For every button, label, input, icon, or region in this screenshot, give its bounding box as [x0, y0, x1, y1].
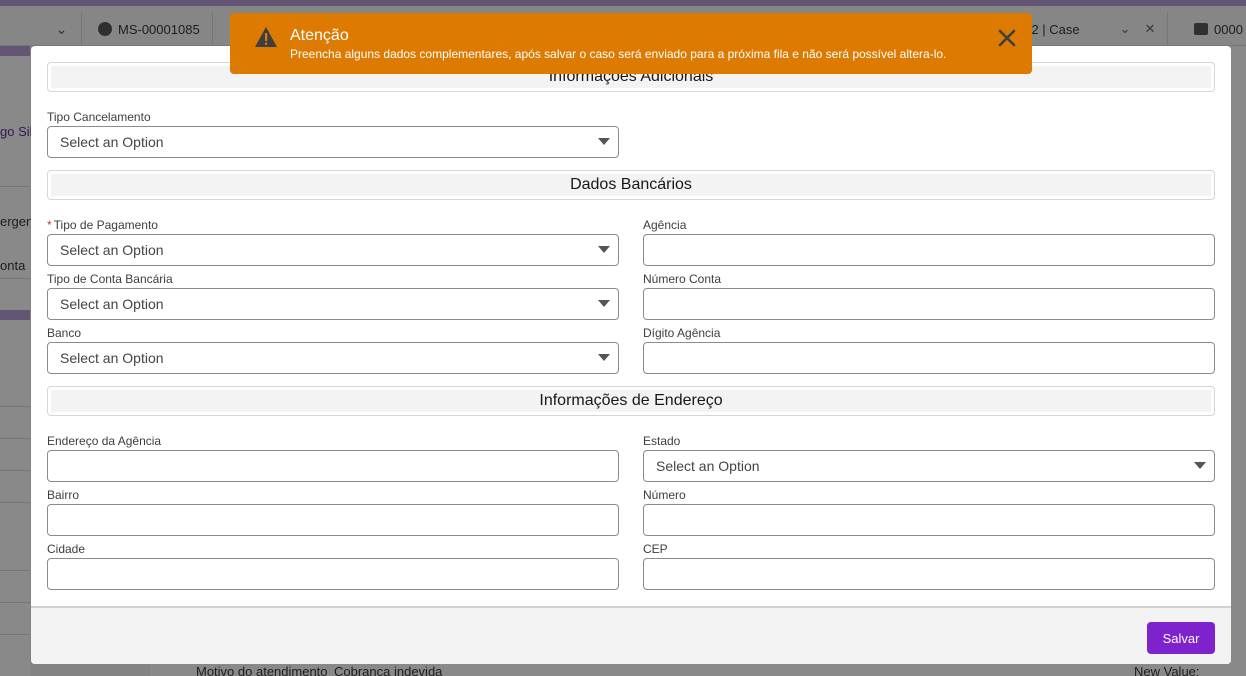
tipo-cancelamento-label: Tipo Cancelamento	[47, 110, 151, 124]
modal-footer: Salvar	[31, 606, 1231, 664]
section-title: Dados Bancários	[51, 174, 1211, 196]
tipo-pagamento-label: * Tipo de Pagamento	[47, 218, 158, 232]
section-header-bank-data: Dados Bancários	[47, 170, 1215, 200]
save-button[interactable]: Salvar	[1147, 622, 1215, 654]
caret-down-icon	[598, 354, 610, 361]
numero-conta-input[interactable]	[643, 288, 1215, 320]
toast-message: Preencha alguns dados complementares, ap…	[290, 47, 947, 61]
warning-icon	[255, 27, 277, 47]
tipo-conta-label: Tipo de Conta Bancária	[47, 272, 173, 286]
required-asterisk: *	[47, 218, 52, 232]
warning-toast: Atenção Preencha alguns dados complement…	[230, 13, 1032, 74]
caret-down-icon	[598, 246, 610, 253]
section-header-address-info: Informações de Endereço	[47, 386, 1215, 416]
estado-label: Estado	[643, 434, 681, 448]
numero-label: Número	[643, 488, 686, 502]
cidade-input[interactable]	[47, 558, 619, 590]
caret-down-icon	[598, 300, 610, 307]
label-text: Tipo de Pagamento	[53, 218, 158, 232]
modal-body: Informações Adicionais Tipo Cancelamento…	[31, 46, 1231, 606]
agencia-label: Agência	[643, 218, 687, 232]
tipo-conta-select[interactable]: Select an Option	[47, 288, 619, 320]
banco-select[interactable]: Select an Option	[47, 342, 619, 374]
select-placeholder: Select an Option	[60, 242, 164, 258]
digito-agencia-label: Dígito Agência	[643, 326, 721, 340]
cep-input[interactable]	[643, 558, 1215, 590]
banco-label: Banco	[47, 326, 82, 340]
tipo-cancelamento-select[interactable]: Select an Option	[47, 126, 619, 158]
select-placeholder: Select an Option	[656, 458, 760, 474]
close-x-glyph	[998, 29, 1016, 47]
bairro-label: Bairro	[47, 488, 80, 502]
bairro-input[interactable]	[47, 504, 619, 536]
agencia-input[interactable]	[643, 234, 1215, 266]
digito-agencia-input[interactable]	[643, 342, 1215, 374]
cidade-label: Cidade	[47, 542, 86, 556]
endereco-agencia-input[interactable]	[47, 450, 619, 482]
select-placeholder: Select an Option	[60, 296, 164, 312]
caret-down-icon	[598, 138, 610, 145]
complementary-data-modal: Informações Adicionais Tipo Cancelamento…	[31, 46, 1231, 664]
cep-label: CEP	[643, 542, 668, 556]
toast-title: Atenção	[290, 27, 349, 44]
close-icon[interactable]	[996, 27, 1018, 49]
endereco-agencia-label: Endereço da Agência	[47, 434, 162, 448]
estado-select[interactable]: Select an Option	[643, 450, 1215, 482]
caret-down-icon	[1194, 462, 1206, 469]
select-placeholder: Select an Option	[60, 350, 164, 366]
tipo-pagamento-select[interactable]: Select an Option	[47, 234, 619, 266]
numero-input[interactable]	[643, 504, 1215, 536]
section-title: Informações de Endereço	[51, 390, 1211, 412]
numero-conta-label: Número Conta	[643, 272, 722, 286]
select-placeholder: Select an Option	[60, 134, 164, 150]
